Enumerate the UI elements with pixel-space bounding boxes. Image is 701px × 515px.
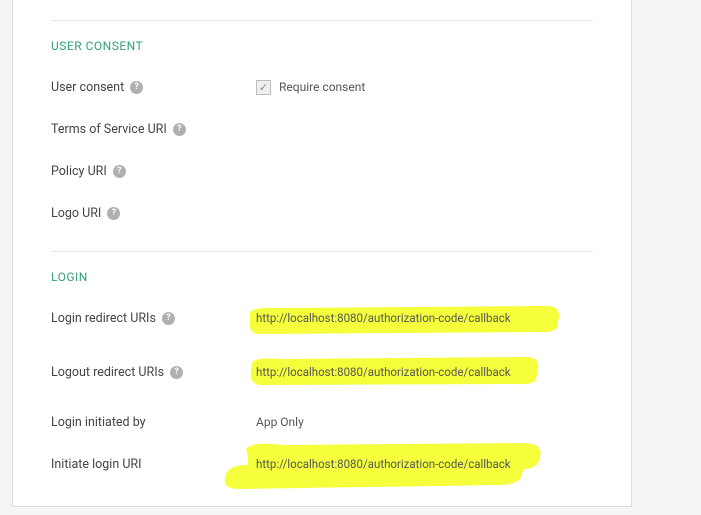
row-user-consent: User consent ? ✓ Require consent (51, 73, 593, 101)
label-login-initiated: Login initiated by (51, 415, 146, 430)
label-initiate-login: Initiate login URI (51, 457, 142, 472)
help-icon[interactable]: ? (173, 123, 186, 136)
divider (51, 20, 593, 21)
settings-panel: USER CONSENT User consent ? ✓ Require co… (12, 0, 632, 507)
label-logo-uri: Logo URI (51, 206, 101, 221)
label-login-redirect: Login redirect URIs (51, 311, 156, 326)
divider (51, 251, 593, 252)
help-icon[interactable]: ? (170, 366, 183, 379)
checkbox-require-consent[interactable]: ✓ (256, 80, 271, 95)
row-logo-uri: Logo URI ? (51, 199, 593, 227)
section-title-user-consent: USER CONSENT (51, 39, 593, 53)
label-logout-redirect: Logout redirect URIs (51, 365, 164, 380)
row-tos-uri: Terms of Service URI ? (51, 115, 593, 143)
help-icon[interactable]: ? (130, 81, 143, 94)
section-title-login: LOGIN (51, 270, 593, 284)
help-icon[interactable]: ? (162, 312, 175, 325)
label-tos-uri: Terms of Service URI (51, 122, 167, 137)
row-initiate-login: Initiate login URI http://localhost:8080… (51, 450, 593, 478)
label-require-consent: Require consent (279, 80, 365, 94)
row-login-initiated: Login initiated by App Only (51, 408, 593, 436)
label-policy-uri: Policy URI (51, 164, 107, 179)
help-icon[interactable]: ? (113, 165, 126, 178)
value-logout-redirect: http://localhost:8080/authorization-code… (256, 365, 511, 379)
row-login-redirect: Login redirect URIs ? http://localhost:8… (51, 304, 593, 332)
value-login-redirect: http://localhost:8080/authorization-code… (256, 311, 511, 325)
value-initiate-login: http://localhost:8080/authorization-code… (256, 457, 511, 471)
help-icon[interactable]: ? (107, 207, 120, 220)
row-logout-redirect: Logout redirect URIs ? http://localhost:… (51, 358, 593, 386)
label-user-consent: User consent (51, 80, 124, 95)
value-login-initiated: App Only (256, 415, 304, 429)
row-policy-uri: Policy URI ? (51, 157, 593, 185)
